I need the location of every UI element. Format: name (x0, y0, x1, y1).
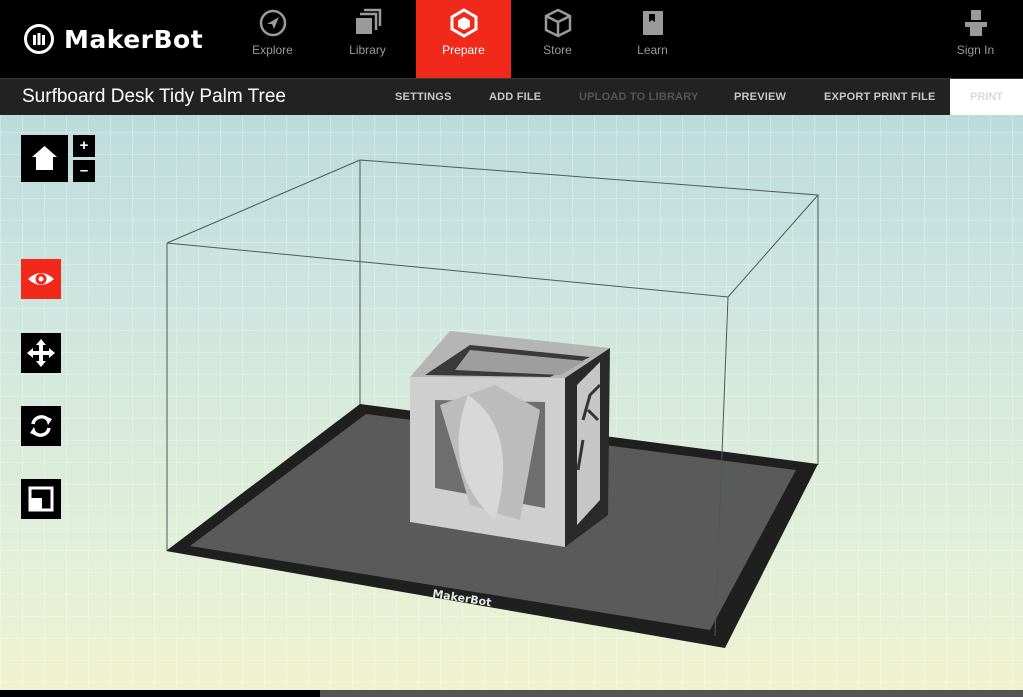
zoom-out-button[interactable]: – (73, 160, 95, 182)
top-navigation: MakerBot Explore Library Prepare Store L… (0, 0, 1023, 78)
store-box-icon (544, 8, 571, 38)
compass-icon (259, 9, 286, 37)
home-view-icon (32, 146, 57, 170)
bottom-strip-segment (0, 690, 320, 697)
rotate-tool-button[interactable] (21, 406, 61, 446)
prepare-cube-icon (450, 8, 477, 38)
brand-name: MakerBot (64, 24, 204, 54)
nav-library-label: Library (349, 43, 386, 57)
rotate-icon (30, 415, 52, 437)
nav-explore[interactable]: Explore (225, 0, 320, 78)
home-view-button[interactable] (21, 135, 68, 182)
nav-prepare-label: Prepare (442, 43, 485, 57)
view-tool-button[interactable] (21, 259, 61, 299)
preview-button[interactable]: PREVIEW (734, 91, 786, 103)
nav-store-label: Store (543, 43, 572, 57)
nav-sign-in[interactable]: Sign In (928, 0, 1023, 78)
zoom-in-button[interactable]: + (73, 135, 95, 157)
project-toolbar: Surfboard Desk Tidy Palm Tree SETTINGS A… (0, 78, 1023, 115)
project-title: Surfboard Desk Tidy Palm Tree (22, 86, 286, 107)
nav-sign-in-label: Sign In (956, 43, 995, 57)
scale-icon (28, 486, 54, 512)
upload-to-library-button[interactable]: UPLOAD TO LIBRARY (579, 91, 699, 103)
build-scene[interactable]: MakerBot (0, 115, 1023, 690)
nav-learn-label: Learn (637, 43, 668, 57)
nav-explore-label: Explore (252, 43, 293, 57)
nav-prepare[interactable]: Prepare (416, 0, 511, 78)
book-icon (642, 11, 663, 35)
bottom-status-strip (0, 690, 1023, 697)
eye-icon (28, 273, 54, 285)
move-arrows-icon (27, 339, 55, 367)
scale-tool-button[interactable] (21, 479, 61, 519)
print-button[interactable]: PRINT (950, 79, 1023, 115)
user-icon (964, 10, 987, 36)
library-icon (355, 8, 381, 34)
nav-learn[interactable]: Learn (605, 0, 700, 78)
move-tool-button[interactable] (21, 333, 61, 373)
makerbot-logo-icon (24, 24, 54, 54)
export-print-file-button[interactable]: EXPORT PRINT FILE (824, 91, 936, 103)
settings-button[interactable]: SETTINGS (395, 91, 452, 103)
model-surfboard-desk-tidy[interactable] (410, 331, 610, 547)
makerbot-logo[interactable]: MakerBot (24, 22, 203, 56)
nav-library[interactable]: Library (320, 0, 415, 78)
build-viewport[interactable]: MakerBot + – (0, 115, 1023, 690)
nav-store[interactable]: Store (510, 0, 605, 78)
add-file-button[interactable]: ADD FILE (489, 91, 541, 103)
